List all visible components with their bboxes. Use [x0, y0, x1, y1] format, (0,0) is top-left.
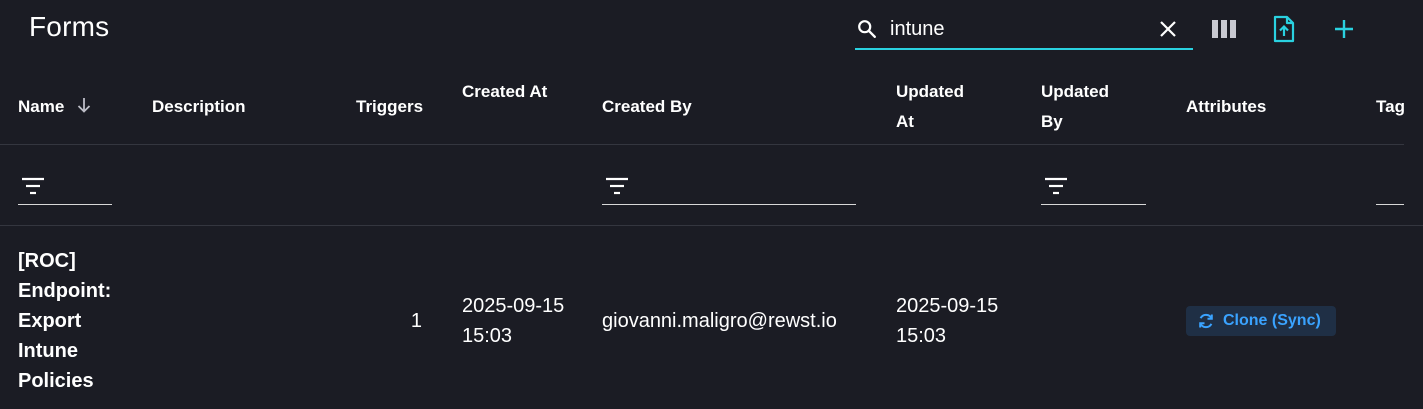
column-header-created-by[interactable]: Created By — [602, 92, 692, 122]
filter-icon — [1045, 177, 1067, 195]
column-header-updated-by[interactable]: Updated By — [1041, 77, 1131, 137]
columns-icon — [1212, 20, 1236, 38]
attribute-badge-label: Clone (Sync) — [1223, 312, 1321, 329]
file-upload-icon — [1273, 15, 1295, 43]
column-header-triggers[interactable]: Triggers — [356, 92, 423, 122]
export-button[interactable] — [1269, 14, 1299, 44]
column-header-attributes[interactable]: Attributes — [1186, 92, 1266, 122]
columns-button[interactable] — [1209, 14, 1239, 44]
column-header-label: Name — [18, 97, 65, 116]
updated-at-cell: 2025-09-15 15:03 — [896, 295, 999, 347]
filter-icon — [606, 177, 628, 195]
clear-search-icon[interactable] — [1159, 20, 1177, 38]
arrow-down-icon — [77, 98, 91, 113]
filter-row-divider — [0, 225, 1423, 226]
column-header-tag[interactable]: Tag — [1376, 92, 1406, 122]
search-icon — [858, 20, 876, 38]
add-form-button[interactable] — [1329, 14, 1359, 44]
attribute-badge: Clone (Sync) — [1186, 306, 1336, 336]
tag-filter[interactable] — [1376, 172, 1404, 205]
name-filter[interactable] — [18, 172, 112, 205]
column-header-created-at[interactable]: Created At — [462, 77, 552, 107]
column-header-updated-at[interactable]: Updated At — [896, 77, 986, 137]
filter-icon — [22, 177, 44, 195]
triggers-cell: 1 — [410, 310, 422, 332]
column-header-description[interactable]: Description — [152, 92, 246, 122]
sync-icon — [1199, 313, 1213, 329]
updated-by-filter[interactable] — [1041, 172, 1146, 205]
created-at-cell: 2025-09-15 15:03 — [462, 295, 565, 347]
page-title: Forms — [29, 11, 110, 42]
plus-icon — [1335, 20, 1353, 38]
column-header-name[interactable]: Name — [18, 92, 93, 122]
search-input[interactable] — [890, 15, 1150, 43]
created-by-cell: giovanni.maligro@rewst.io — [602, 310, 837, 332]
created-by-filter[interactable] — [602, 172, 856, 205]
form-name-cell[interactable]: [ROC] Endpoint: Export Intune Policies — [18, 246, 128, 396]
search-box[interactable] — [855, 12, 1193, 50]
header-divider — [0, 144, 1404, 145]
